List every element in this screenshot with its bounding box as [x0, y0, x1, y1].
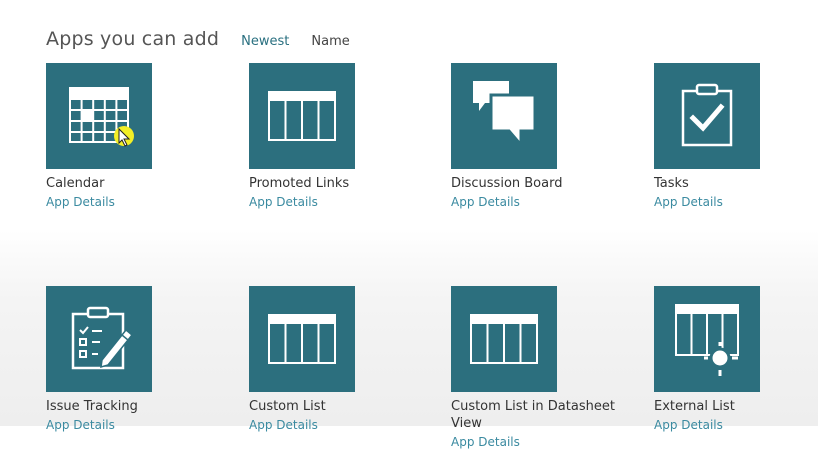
app-tile-external-list[interactable]: External List App Details: [654, 286, 818, 433]
app-details-link[interactable]: App Details: [46, 194, 246, 210]
custom-list-icon[interactable]: [249, 286, 355, 392]
app-details-link[interactable]: App Details: [654, 194, 818, 210]
page-title: Apps you can add: [46, 28, 220, 50]
app-title[interactable]: Discussion Board: [451, 175, 641, 192]
app-tile-discussion-board[interactable]: Discussion Board App Details: [451, 63, 651, 210]
calendar-icon[interactable]: [46, 63, 152, 169]
sort-newest-link[interactable]: Newest: [241, 34, 289, 49]
app-tile-custom-list-datasheet[interactable]: Custom List in Datasheet View App Detail…: [451, 286, 651, 450]
promoted-links-icon[interactable]: [249, 63, 355, 169]
app-title[interactable]: Tasks: [654, 175, 818, 192]
datasheet-list-icon[interactable]: [451, 286, 557, 392]
app-details-link[interactable]: App Details: [451, 434, 651, 450]
app-title[interactable]: Calendar: [46, 175, 236, 192]
external-list-icon[interactable]: [654, 286, 760, 392]
app-tile-custom-list[interactable]: Custom List App Details: [249, 286, 449, 433]
sort-name-link[interactable]: Name: [311, 34, 349, 49]
app-tile-issue-tracking[interactable]: Issue Tracking App Details: [46, 286, 246, 433]
app-title[interactable]: External List: [654, 398, 818, 415]
app-details-link[interactable]: App Details: [249, 194, 449, 210]
app-title[interactable]: Promoted Links: [249, 175, 439, 192]
app-details-link[interactable]: App Details: [451, 194, 651, 210]
app-details-link[interactable]: App Details: [249, 417, 449, 433]
app-details-link[interactable]: App Details: [46, 417, 246, 433]
app-tile-tasks[interactable]: Tasks App Details: [654, 63, 818, 210]
app-title[interactable]: Custom List: [249, 398, 439, 415]
apps-header: Apps you can add Newest Name: [46, 28, 350, 54]
discussion-board-icon[interactable]: [451, 63, 557, 169]
app-tile-promoted-links[interactable]: Promoted Links App Details: [249, 63, 449, 210]
app-title[interactable]: Custom List in Datasheet View: [451, 398, 641, 432]
app-title[interactable]: Issue Tracking: [46, 398, 236, 415]
app-tile-calendar[interactable]: Calendar App Details: [46, 63, 246, 210]
app-details-link[interactable]: App Details: [654, 417, 818, 433]
issue-tracking-icon[interactable]: [46, 286, 152, 392]
tasks-icon[interactable]: [654, 63, 760, 169]
